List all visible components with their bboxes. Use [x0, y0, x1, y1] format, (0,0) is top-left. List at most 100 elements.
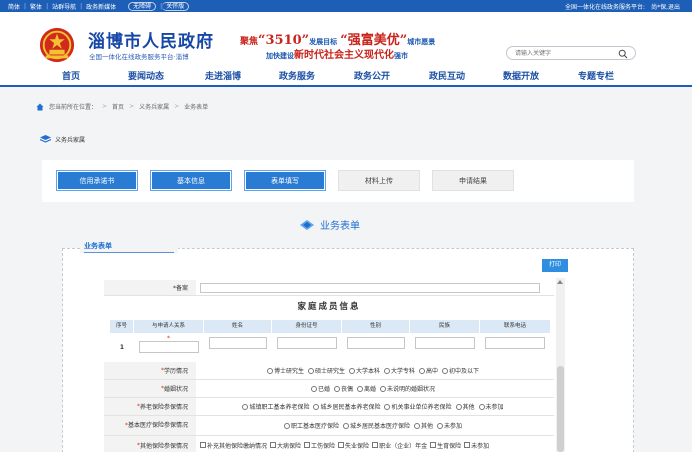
step-apply-result[interactable]: 申请结果 — [432, 170, 514, 191]
breadcrumb-category[interactable]: 义务兵家属 — [139, 102, 169, 111]
radio-option[interactable]: 未参加 — [479, 402, 504, 411]
row-label: * 养老保险参保情况 — [104, 398, 196, 415]
other-insurance-label: 其他保险参保情况 — [139, 442, 188, 450]
education-options: 博士研究生 硕士研究生 大学本科 大学专科 高中 初中及以下 — [196, 362, 554, 379]
nav-news[interactable]: 要闻动态 — [128, 69, 164, 82]
radio-option[interactable]: 初中及以下 — [442, 366, 479, 375]
home-icon — [36, 103, 44, 110]
notes-label: *备案 — [104, 280, 196, 295]
breadcrumb-separator: > — [174, 103, 180, 110]
site-group-nav-link[interactable]: 站群导航 — [52, 2, 76, 11]
radio-option[interactable]: 未参加 — [437, 421, 462, 430]
nav-open-data[interactable]: 数据开放 — [503, 69, 539, 82]
row-label: * 基本医疗保险参保情况 — [104, 416, 196, 435]
diamond-icon — [300, 219, 314, 230]
process-steps: 信用承诺书 基本信息 表单填写 材料上传 申请结果 — [42, 160, 634, 202]
scroll-thumb[interactable] — [557, 366, 564, 452]
accessibility-button[interactable]: 无障碍 — [128, 2, 157, 11]
radio-option[interactable]: 离婚 — [357, 384, 376, 393]
breadcrumb-prefix: 您当前所在位置： — [49, 104, 98, 111]
radio-option[interactable]: 丧偶 — [334, 384, 353, 393]
table-header-index: 序号 — [110, 320, 134, 333]
radio-option[interactable]: 大学本科 — [349, 366, 380, 375]
checkbox-option[interactable]: 大病保险 — [270, 441, 301, 450]
print-button[interactable]: 打印 — [542, 259, 568, 272]
radio-option[interactable]: 城乡居民基本养老保险 — [313, 402, 380, 411]
table-cell-id — [272, 335, 342, 361]
form-section-title: 业务表单 — [300, 217, 360, 232]
breadcrumb-home[interactable]: 首页 — [112, 102, 124, 111]
radio-option[interactable]: 机关事业单位养老保险 — [384, 402, 451, 411]
section-tag-label: 义务兵家属 — [55, 137, 86, 144]
nav-special-topics[interactable]: 专题专栏 — [578, 69, 614, 82]
site-subtitle: 全国一体化在线政务服务平台·淄博 — [89, 53, 189, 61]
nav-gov-affairs[interactable]: 政务公开 — [354, 69, 390, 82]
radio-option[interactable]: 其他 — [456, 402, 475, 411]
radio-option[interactable]: 城镇职工基本养老保险 — [242, 402, 309, 411]
checkbox-option[interactable]: 未参加 — [464, 441, 489, 450]
checkbox-option[interactable]: 职业（企业）年金 — [372, 441, 427, 450]
row-label: * 学历情况 — [104, 362, 196, 379]
search-input[interactable] — [515, 49, 615, 58]
scroll-up-arrow-icon[interactable] — [557, 280, 563, 284]
pension-label: 养老保险参保情况 — [139, 404, 188, 411]
checkbox-option[interactable]: 补充其他保险缴纳情况 — [200, 441, 267, 450]
family-members-title: 家庭成员信息 — [297, 302, 361, 312]
step-basic-info[interactable]: 基本信息 — [150, 170, 232, 191]
national-emblem-icon[interactable] — [38, 26, 76, 64]
table-row-index: 1 — [119, 344, 125, 351]
main-nav: 首页 要闻动态 走进淄博 政务服务 政务公开 政民互动 数据开放 专题专栏 — [0, 65, 692, 87]
medical-options: 职工基本医疗保险 城乡居民基本医疗保险 其他 未参加 — [196, 416, 554, 435]
radio-option[interactable]: 大学专科 — [384, 366, 415, 375]
form-row-education: * 学历情况 博士研究生 硕士研究生 大学本科 大学专科 高中 初中及以下 — [104, 362, 554, 380]
user-logout-link[interactable]: 尚*保,退出 — [651, 2, 680, 11]
table-cell-gender — [342, 335, 410, 361]
gender-input[interactable] — [347, 337, 405, 349]
table-header-id-number: 身份证号 — [272, 320, 342, 333]
nav-about-zibo[interactable]: 走进淄博 — [205, 69, 241, 82]
radio-option[interactable]: 高中 — [419, 366, 438, 375]
care-mode-button[interactable]: 关怀版 — [162, 2, 190, 11]
radio-option[interactable]: 城乡居民基本医疗保险 — [343, 421, 410, 430]
radio-option[interactable]: 博士研究生 — [267, 366, 304, 375]
panel-label: 业务表单 — [80, 241, 178, 253]
checkbox-option[interactable]: 生育保险 — [430, 441, 461, 450]
layers-icon — [40, 135, 51, 143]
radio-option[interactable]: 职工基本医疗保险 — [284, 421, 339, 430]
lang-traditional-link[interactable]: 繁体 — [30, 2, 42, 11]
checkbox-option[interactable]: 失业保险 — [338, 441, 369, 450]
table-header-relation: 与申请人关系 — [134, 320, 204, 333]
checkbox-option[interactable]: 工伤保险 — [304, 441, 335, 450]
nav-interaction[interactable]: 政民互动 — [429, 69, 465, 82]
form-row-marital: * 婚姻状况 已婚 丧偶 离婚 未说明的婚姻状况 — [104, 380, 554, 398]
step-form-fill[interactable]: 表单填写 — [244, 170, 326, 191]
pension-options: 城镇职工基本养老保险 城乡居民基本养老保险 机关事业单位养老保险 其他 未参加 — [196, 398, 554, 415]
separator: | — [160, 3, 163, 10]
radio-option[interactable]: 已婚 — [311, 384, 330, 393]
name-input[interactable] — [209, 337, 267, 349]
nav-home[interactable]: 首页 — [62, 69, 80, 82]
relation-input[interactable] — [139, 341, 199, 353]
notes-input[interactable] — [200, 283, 540, 293]
table-header-name: 姓名 — [204, 320, 272, 333]
national-portal-link[interactable]: 全国一体化在线政务服务平台: — [565, 2, 645, 11]
breadcrumb-separator: > — [129, 103, 135, 110]
separator: | — [46, 3, 49, 10]
phone-input[interactable] — [485, 337, 545, 349]
site-title[interactable]: 淄博市人民政府 — [88, 27, 214, 52]
search-box[interactable] — [506, 46, 636, 60]
step-material-upload[interactable]: 材料上传 — [338, 170, 420, 191]
radio-option[interactable]: 硕士研究生 — [308, 366, 345, 375]
ethnicity-input[interactable] — [415, 337, 475, 349]
id-number-input[interactable] — [277, 337, 337, 349]
gov-new-media-link[interactable]: 政务新媒体 — [86, 2, 116, 11]
step-credit-commitment[interactable]: 信用承诺书 — [56, 170, 138, 191]
form-scrollbar[interactable] — [556, 278, 565, 452]
row-label: * 婚姻状况 — [104, 380, 196, 397]
radio-option[interactable]: 其他 — [414, 421, 433, 430]
radio-option[interactable]: 未说明的婚姻状况 — [380, 384, 435, 393]
slogan-line-2: 加快建设新时代社会主义现代化强市 — [266, 50, 408, 61]
lang-simplified-link[interactable]: 简体 — [8, 2, 20, 11]
search-icon[interactable] — [618, 49, 628, 59]
nav-gov-services[interactable]: 政务服务 — [279, 69, 315, 82]
